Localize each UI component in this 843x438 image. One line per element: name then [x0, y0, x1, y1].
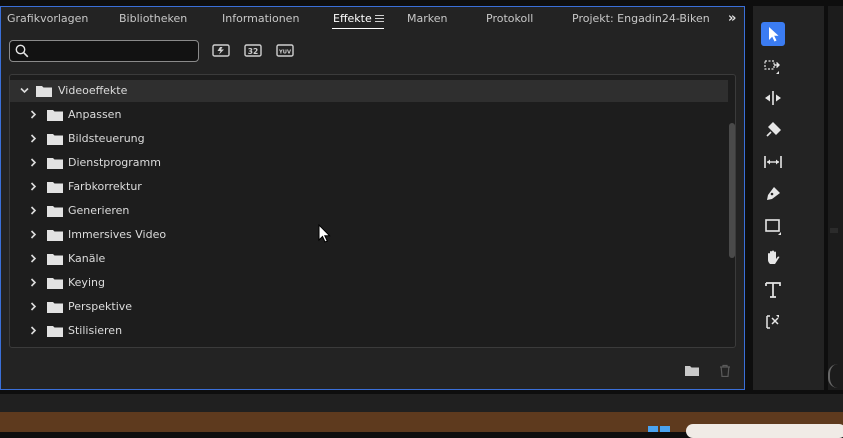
- mouse-cursor-icon: [318, 224, 331, 243]
- accelerated-effects-icon[interactable]: [212, 43, 230, 58]
- folder-icon: [47, 158, 63, 169]
- folder-icon: [36, 86, 52, 97]
- tab-effekte[interactable]: Effekte: [333, 12, 372, 25]
- timeline-edge: [828, 6, 843, 390]
- 32bit-effects-icon[interactable]: 32: [244, 43, 262, 58]
- effects-panel: Grafikvorlagen Bibliotheken Informatione…: [0, 6, 745, 390]
- tree-item-farbkorrektur[interactable]: Farbkorrektur: [10, 176, 728, 198]
- ripple-edit-tool[interactable]: [761, 86, 785, 110]
- folder-icon: [47, 230, 63, 241]
- panel-menu-icon[interactable]: [375, 15, 384, 22]
- slip-tool[interactable]: [761, 150, 785, 174]
- tree-item-keying[interactable]: Keying: [10, 272, 728, 294]
- tree-item-label: Farbkorrektur: [68, 180, 142, 193]
- folder-icon: [47, 110, 63, 121]
- chevron-right-icon[interactable]: [29, 182, 38, 191]
- chevron-right-icon[interactable]: [29, 110, 38, 119]
- folder-icon: [47, 134, 63, 145]
- hand-icon: [768, 250, 780, 264]
- folder-icon: [47, 326, 63, 337]
- pen-tool[interactable]: [761, 182, 785, 206]
- chevron-down-icon[interactable]: [20, 86, 29, 95]
- svg-text:32: 32: [248, 47, 258, 56]
- tree-item-dienstprogramm[interactable]: Dienstprogramm: [10, 152, 728, 174]
- timeline-marker: [830, 228, 838, 233]
- effects-tree: Videoeffekte Anpassen Bildsteuerung Dien…: [9, 74, 736, 348]
- tree-item-label: Generieren: [68, 204, 130, 217]
- folder-icon: [47, 254, 63, 265]
- tree-item-generieren[interactable]: Generieren: [10, 200, 728, 222]
- razor-tool[interactable]: [761, 118, 785, 142]
- new-folder-icon[interactable]: [685, 365, 699, 376]
- chevron-right-icon[interactable]: [29, 158, 38, 167]
- chevron-right-icon[interactable]: [29, 206, 38, 215]
- tree-item-immersives-video[interactable]: Immersives Video: [10, 224, 728, 246]
- chevron-right-icon[interactable]: [29, 254, 38, 263]
- tree-root-label: Videoeffekte: [58, 84, 128, 97]
- tab-protokoll[interactable]: Protokoll: [486, 12, 533, 25]
- svg-text:YUV: YUV: [278, 50, 291, 56]
- active-tab-indicator: [332, 28, 384, 29]
- chevron-right-icon[interactable]: [29, 230, 38, 239]
- chevron-right-icon[interactable]: [29, 134, 38, 143]
- folder-icon: [47, 206, 63, 217]
- tree-item-label: Perspektive: [68, 300, 133, 313]
- tree-item-label: Immersives Video: [68, 228, 167, 241]
- selection-tool[interactable]: [761, 22, 785, 46]
- panel-gap: [0, 394, 843, 412]
- folder-icon: [47, 182, 63, 193]
- tab-marken[interactable]: Marken: [407, 12, 447, 25]
- remix-tool[interactable]: [761, 310, 785, 334]
- track-select-forward-tool[interactable]: [761, 54, 785, 78]
- hand-tool[interactable]: [761, 246, 785, 270]
- tree-item-kanaele[interactable]: Kanäle: [10, 248, 728, 270]
- tree-item-bildsteuerung[interactable]: Bildsteuerung: [10, 128, 728, 150]
- tree-item-label: Anpassen: [68, 108, 122, 121]
- rectangle-icon: [765, 219, 781, 235]
- tree-item-perspektive[interactable]: Perspektive: [10, 296, 728, 318]
- tree-item-label: Keying: [68, 276, 105, 289]
- tree-scrollbar[interactable]: [729, 75, 735, 347]
- type-icon: [765, 282, 781, 298]
- tree-item-anpassen[interactable]: Anpassen: [10, 104, 728, 126]
- windows-start-icon[interactable]: [648, 426, 670, 432]
- taskbar-search-field[interactable]: [686, 424, 843, 438]
- trash-icon[interactable]: [719, 364, 731, 377]
- tree-item-label: Bildsteuerung: [68, 132, 145, 145]
- track-select-forward-icon: [764, 60, 780, 74]
- timeline-scroll-knob[interactable]: [828, 364, 843, 388]
- type-tool[interactable]: [761, 278, 785, 302]
- folder-icon: [47, 302, 63, 313]
- tree-item-label: Dienstprogramm: [68, 156, 161, 169]
- chevron-right-icon[interactable]: [29, 302, 38, 311]
- panel-tab-bar: Grafikvorlagen Bibliotheken Informatione…: [1, 7, 744, 31]
- tree-item-label: Stilisieren: [68, 324, 123, 337]
- razor-icon: [766, 122, 781, 137]
- tab-informationen[interactable]: Informationen: [222, 12, 299, 25]
- pen-icon: [767, 187, 780, 200]
- search-icon: [15, 44, 29, 58]
- tab-bibliotheken[interactable]: Bibliotheken: [119, 12, 187, 25]
- more-tabs-chevron-icon[interactable]: »: [728, 11, 736, 26]
- tree-item-stilisieren[interactable]: Stilisieren: [10, 320, 728, 342]
- ripple-edit-icon: [765, 91, 781, 105]
- yuv-effects-icon[interactable]: YUV: [276, 43, 294, 58]
- tree-root-videoeffekte[interactable]: Videoeffekte: [10, 80, 728, 102]
- search-input[interactable]: [9, 40, 199, 62]
- chevron-right-icon[interactable]: [29, 278, 38, 287]
- selection-tool-icon: [769, 27, 779, 42]
- scrollbar-thumb[interactable]: [729, 123, 735, 258]
- folder-icon: [47, 278, 63, 289]
- slip-icon: [764, 156, 782, 168]
- tools-panel: [753, 6, 824, 390]
- remix-icon: [766, 315, 779, 329]
- chevron-right-icon[interactable]: [29, 326, 38, 335]
- tab-grafikvorlagen[interactable]: Grafikvorlagen: [7, 12, 88, 25]
- tree-item-label: Kanäle: [68, 252, 106, 265]
- tab-projekt[interactable]: Projekt: Engadin24-Biken: [572, 12, 710, 25]
- rectangle-tool[interactable]: [761, 214, 785, 238]
